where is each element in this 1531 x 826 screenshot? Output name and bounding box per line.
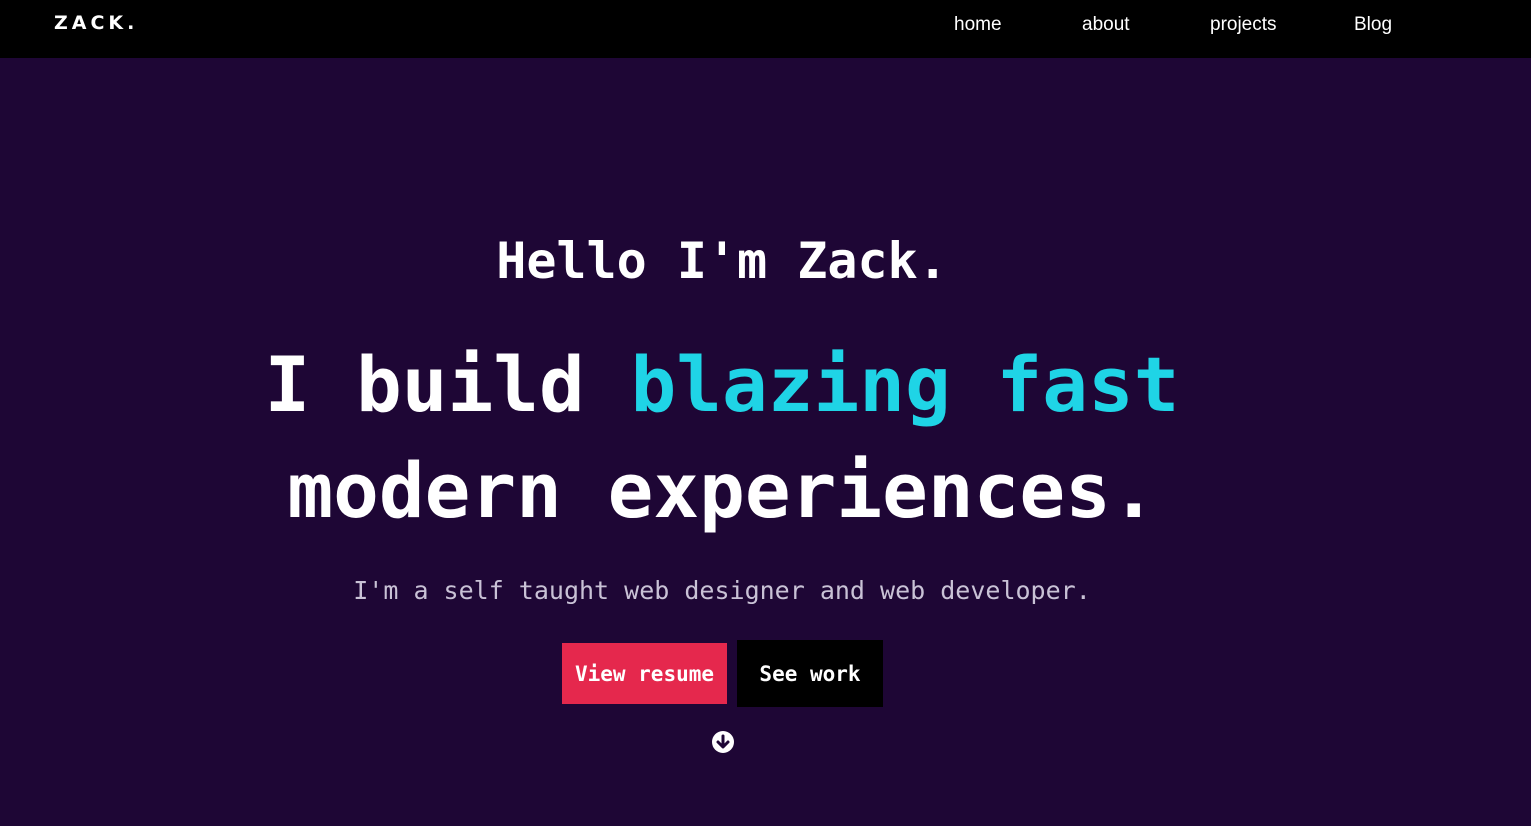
hero-headline-line2: modern experiences. [287, 446, 1157, 535]
arrow-down-circle-icon[interactable] [711, 730, 735, 754]
nav-link-blog[interactable]: Blog [1354, 14, 1392, 36]
headline-text: I build [264, 340, 631, 429]
hero-headline-line1: I build blazing fast [0, 340, 1444, 429]
navbar: ZACK. home about projects Blog [0, 0, 1531, 58]
hero-greeting: Hello I'm Zack. [496, 232, 948, 290]
nav-link-about[interactable]: about [1082, 14, 1130, 36]
headline-highlight: blazing fast [630, 340, 1180, 429]
hero-subtitle: I'm a self taught web designer and web d… [353, 576, 1091, 605]
nav-link-projects[interactable]: projects [1210, 14, 1277, 36]
site-logo[interactable]: ZACK. [54, 12, 138, 34]
hero-section: Hello I'm Zack. I build blazing fast mod… [0, 58, 1531, 826]
view-resume-button[interactable]: View resume [562, 643, 727, 704]
see-work-button[interactable]: See work [737, 640, 883, 707]
nav-link-home[interactable]: home [954, 14, 1002, 36]
